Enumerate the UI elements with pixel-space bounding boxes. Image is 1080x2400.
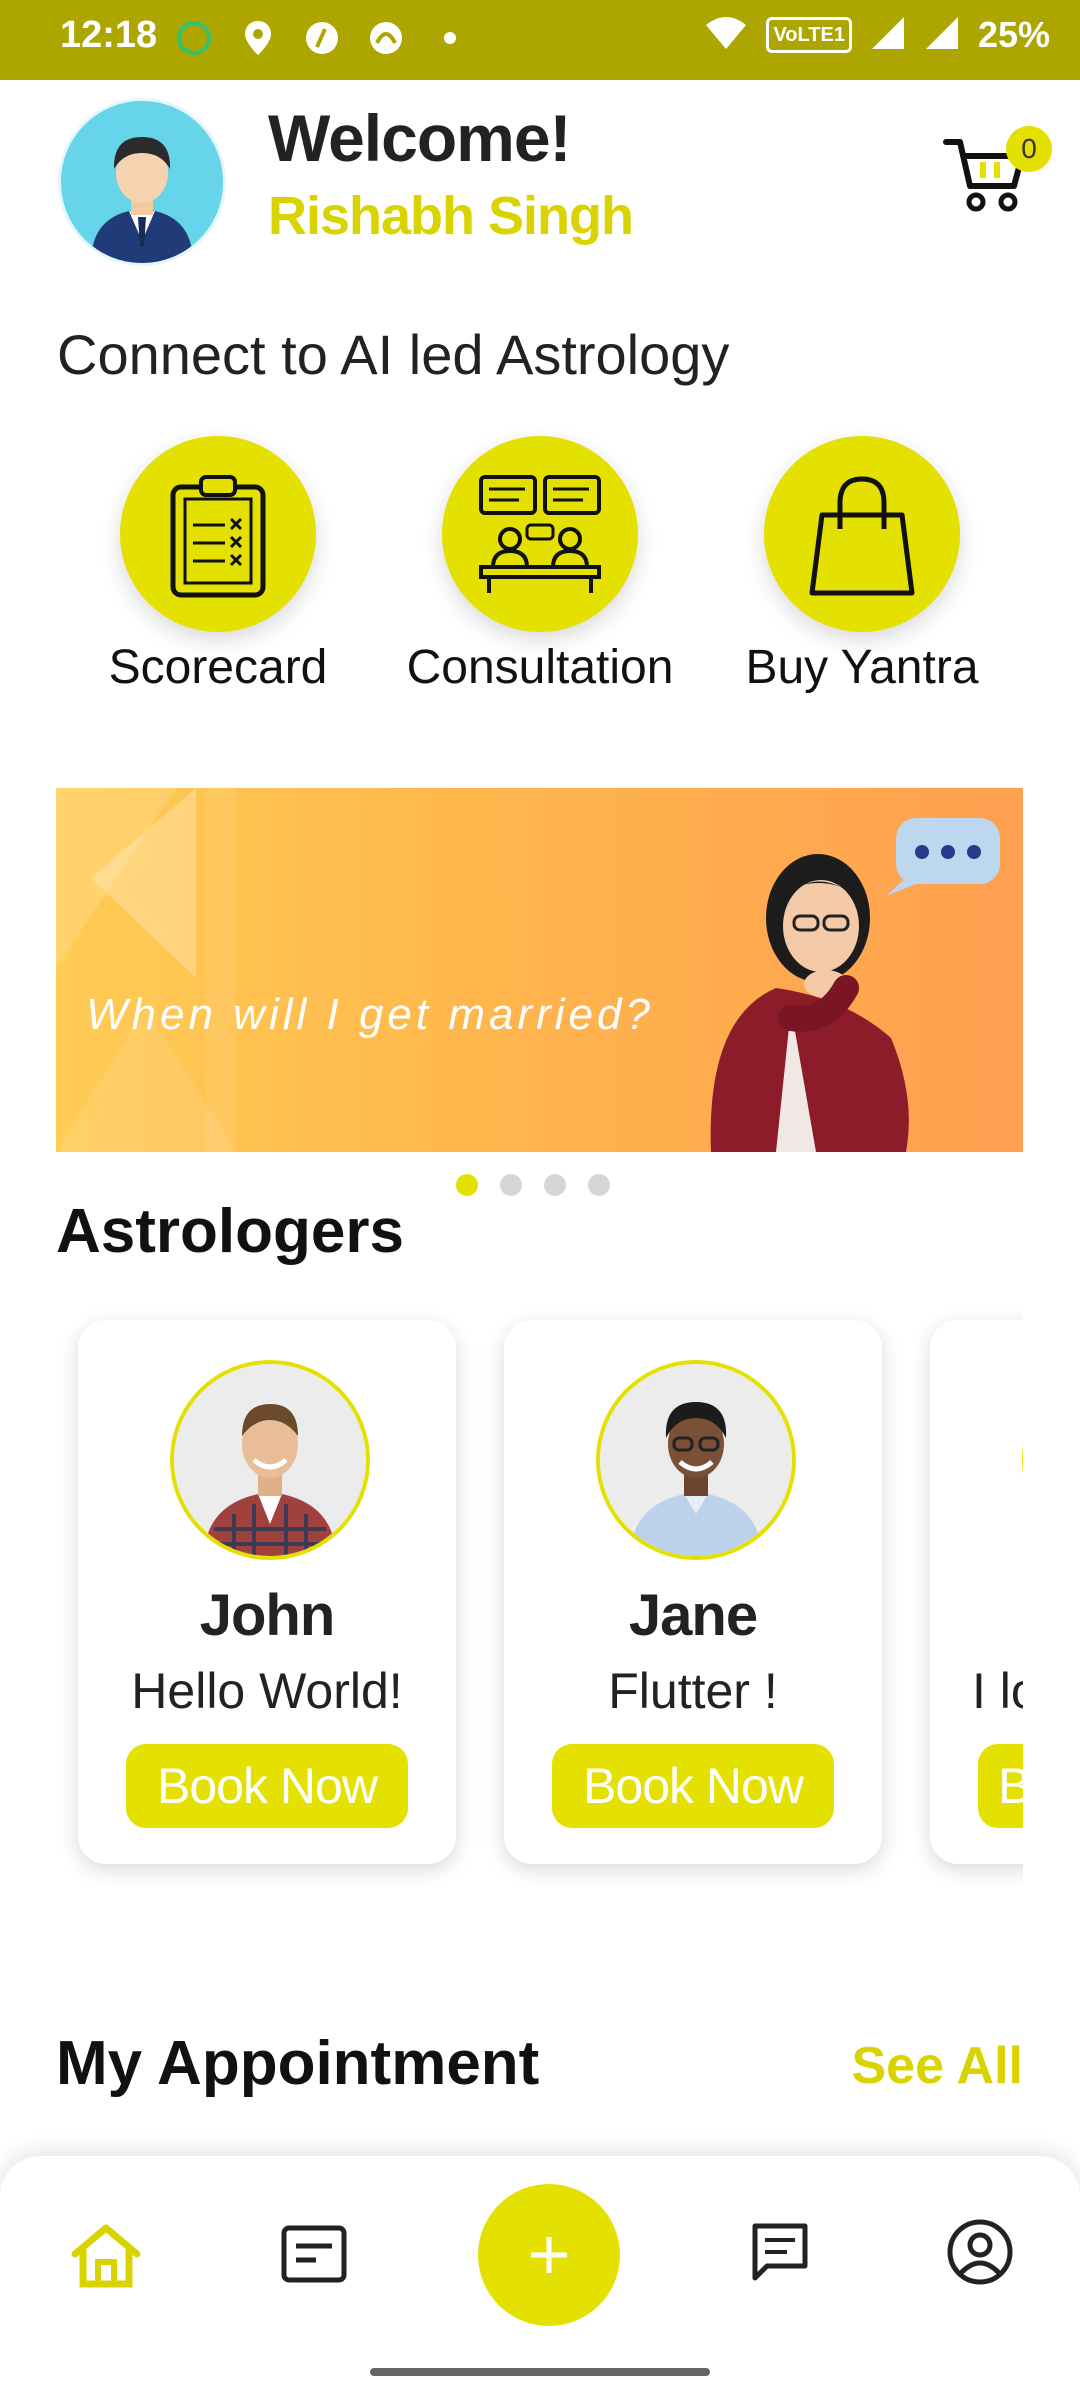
astrologer-description: Flutter ! (608, 1663, 778, 1719)
astrologer-card[interactable]: John Hello World! Book Now (78, 1320, 456, 1864)
astrologer-carousel[interactable]: John Hello World! Book Now Jane Flutter … (56, 1300, 1023, 1900)
consultation-icon (479, 475, 601, 593)
user-name: Rishabh Singh (268, 186, 634, 246)
battery-level: 25% (977, 14, 1050, 55)
carousel-dot[interactable] (544, 1174, 566, 1196)
status-time: 12:18 (60, 14, 158, 56)
carousel-dot[interactable] (500, 1174, 522, 1196)
consultation-label: Consultation (406, 641, 674, 694)
status-bar: 12:18 VoLTE1 25% (0, 0, 1080, 80)
add-icon (531, 2237, 567, 2273)
astrologer-photo (596, 1360, 796, 1560)
app-icon (366, 18, 406, 58)
carousel-dot[interactable] (588, 1174, 610, 1196)
astrologer-description: Hello World! (131, 1663, 403, 1719)
appointments-section-title: My Appointment (56, 2029, 540, 2098)
astrologer-photo (1022, 1360, 1023, 1560)
dot-icon (430, 18, 470, 58)
chat-icon[interactable] (742, 2214, 818, 2290)
signal-icon (870, 15, 906, 56)
welcome-heading: Welcome! (268, 101, 572, 175)
astrologer-card[interactable]: I lo B (930, 1320, 1023, 1864)
book-now-button[interactable]: Book Now (552, 1744, 834, 1828)
astrologer-description: I lo (972, 1663, 1023, 1719)
carousel-indicator (456, 1174, 610, 1196)
status-notification-icons (174, 18, 470, 58)
book-now-button[interactable]: Book Now (126, 1744, 408, 1828)
book-now-button[interactable]: B (978, 1744, 1023, 1828)
cart-count-badge: 0 (1006, 126, 1052, 172)
banner-text: When will I get married? (86, 990, 654, 1039)
promo-banner[interactable] (56, 788, 1023, 1152)
wifi-icon (704, 15, 748, 56)
home-icon[interactable] (68, 2218, 144, 2294)
thinking-woman-illustration (710, 854, 909, 1152)
profile-icon[interactable] (942, 2214, 1018, 2290)
speech-bubble-icon (886, 818, 1000, 896)
buy-yantra-label: Buy Yantra (745, 641, 979, 694)
buy-yantra-button[interactable] (764, 436, 960, 632)
consultation-button[interactable] (442, 436, 638, 632)
add-button[interactable] (478, 2184, 620, 2326)
connect-section-title: Connect to AI led Astrology (57, 323, 730, 386)
notes-icon[interactable] (276, 2216, 352, 2292)
astrologer-card[interactable]: Jane Flutter ! Book Now (504, 1320, 882, 1864)
see-all-link[interactable]: See All (852, 2036, 1024, 2096)
clipboard-icon (170, 475, 266, 598)
carousel-dot-active[interactable] (456, 1174, 478, 1196)
shopping-bag-icon (809, 476, 915, 596)
astrologer-photo (170, 1360, 370, 1560)
volte-icon: VoLTE1 (766, 17, 852, 53)
astrologer-name: John (199, 1583, 336, 1648)
location-icon (238, 18, 278, 58)
status-system-icons: VoLTE1 25% (704, 14, 1050, 56)
astrologers-section-title: Astrologers (56, 1197, 404, 1266)
whatsapp-icon (174, 18, 214, 58)
app-icon (302, 18, 342, 58)
scorecard-button[interactable] (120, 436, 316, 632)
home-indicator[interactable] (370, 2368, 710, 2376)
astrologer-name: Jane (628, 1583, 758, 1648)
scorecard-label: Scorecard (108, 641, 328, 694)
avatar[interactable] (58, 98, 226, 266)
signal-icon (924, 15, 960, 56)
